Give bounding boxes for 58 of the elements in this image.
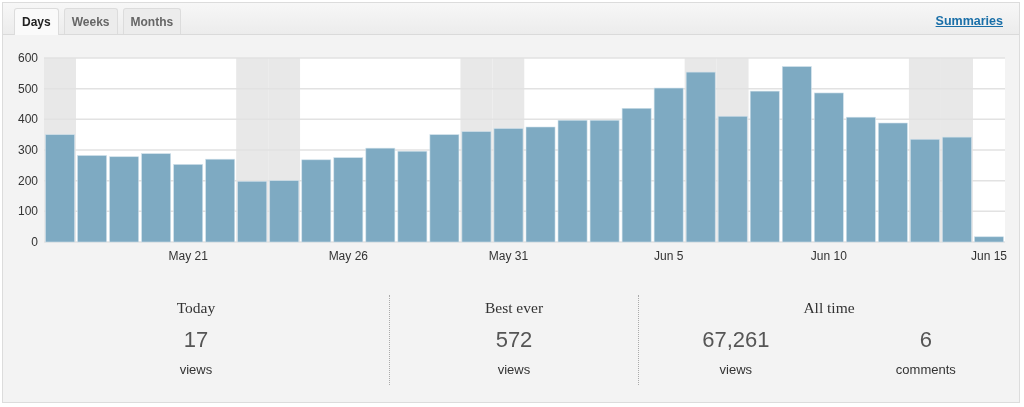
- stat-value: 17: [183, 327, 209, 353]
- stat-value: 67,261: [702, 327, 770, 353]
- bar[interactable]: [749, 90, 780, 243]
- bar[interactable]: [621, 108, 652, 243]
- bar[interactable]: [461, 131, 492, 243]
- y-tick-label: 100: [17, 204, 38, 219]
- bar[interactable]: [397, 150, 428, 243]
- bar[interactable]: [77, 155, 107, 243]
- bar[interactable]: [269, 180, 300, 243]
- stat-value: 6: [919, 327, 932, 353]
- y-tick-label: 400: [17, 112, 38, 127]
- period-tab[interactable]: Days: [14, 8, 59, 35]
- stat-label: views: [497, 362, 531, 377]
- bar[interactable]: [974, 236, 1004, 243]
- period-tab[interactable]: Months: [122, 8, 182, 34]
- bar[interactable]: [45, 134, 75, 243]
- bar[interactable]: [109, 156, 139, 243]
- bar[interactable]: [846, 116, 876, 243]
- bar[interactable]: [333, 157, 364, 243]
- bar[interactable]: [557, 119, 588, 243]
- y-tick-label: 600: [17, 51, 38, 65]
- bar[interactable]: [301, 159, 332, 243]
- stat-label: views: [179, 362, 213, 377]
- bar[interactable]: [525, 126, 556, 243]
- y-tick-label: 300: [17, 143, 38, 157]
- bar[interactable]: [878, 122, 908, 243]
- x-tick-label: Jun 10: [810, 249, 847, 263]
- bar[interactable]: [429, 134, 460, 243]
- bar[interactable]: [589, 119, 620, 243]
- bar[interactable]: [141, 153, 171, 243]
- stat-label: comments: [895, 362, 956, 377]
- summaries-link[interactable]: Summaries: [935, 13, 1003, 28]
- bar[interactable]: [237, 181, 268, 243]
- y-tick-label: 200: [17, 173, 38, 188]
- y-tick-label: 0: [31, 235, 38, 249]
- bar[interactable]: [781, 66, 812, 243]
- bar[interactable]: [205, 158, 235, 243]
- stat-title: Best ever: [484, 299, 544, 317]
- bar[interactable]: [365, 147, 396, 243]
- bar[interactable]: [173, 164, 203, 243]
- stat-label: views: [719, 362, 753, 377]
- x-tick-label: Jun 5: [653, 249, 684, 263]
- x-tick-label: May 21: [168, 249, 208, 263]
- period-tab[interactable]: Weeks: [63, 8, 118, 34]
- bar[interactable]: [910, 138, 940, 243]
- bar[interactable]: [653, 87, 684, 243]
- bar[interactable]: [717, 115, 748, 243]
- bar[interactable]: [493, 128, 524, 243]
- bar[interactable]: [685, 71, 716, 243]
- y-tick-label: 500: [17, 81, 38, 96]
- x-tick-label: May 26: [328, 249, 368, 263]
- stat-title: All time: [803, 299, 855, 317]
- bar[interactable]: [814, 92, 844, 243]
- stat-title: Today: [176, 299, 216, 317]
- x-tick-label: Jun 15: [970, 249, 1007, 263]
- x-tick-label: May 31: [488, 249, 529, 263]
- bar[interactable]: [942, 136, 972, 243]
- stat-value: 572: [495, 327, 533, 353]
